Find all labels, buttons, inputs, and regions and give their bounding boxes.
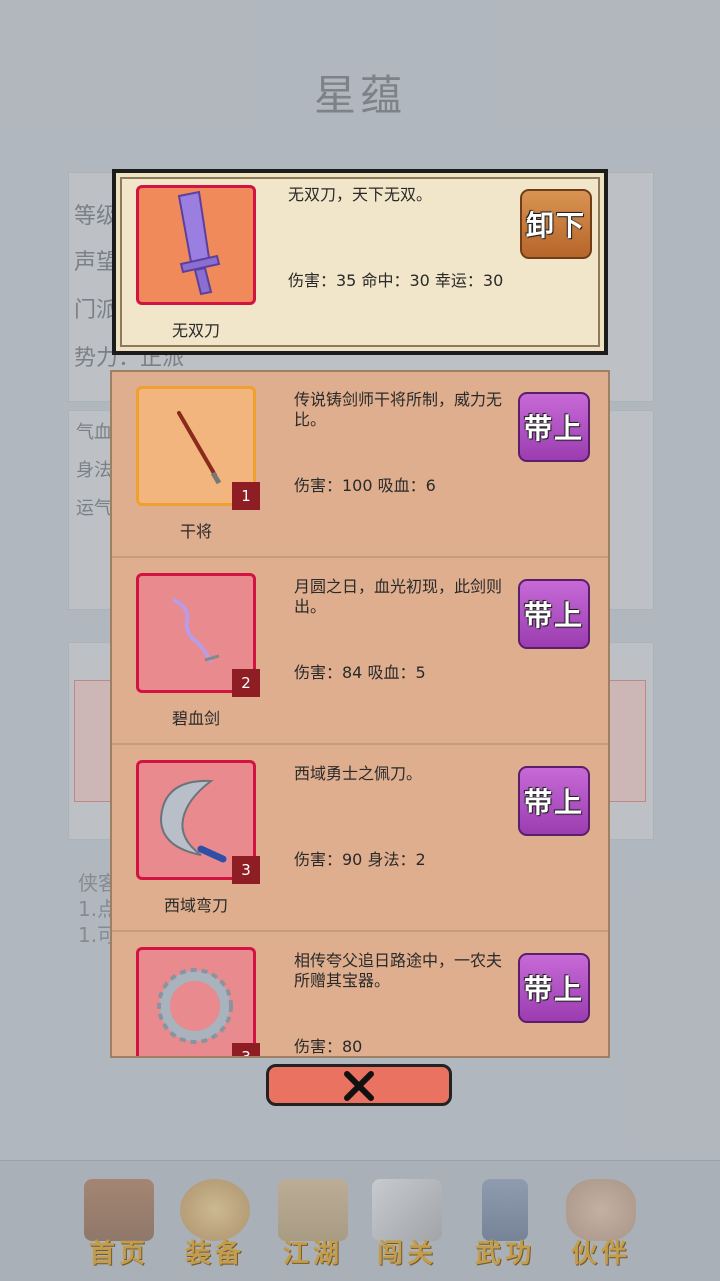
item-badge: 3 (232, 1043, 260, 1056)
item-description: 月圆之日，血光初现，此剑则出。 (294, 577, 503, 616)
map-scroll-icon (278, 1179, 348, 1241)
close-button[interactable] (266, 1064, 452, 1106)
equipped-item-name: 无双刀 (171, 321, 220, 340)
nav-equipment[interactable]: 装备 (170, 1171, 260, 1271)
item-name: 干将 (179, 522, 212, 541)
item-stats: 伤害：90 身法：2 (294, 850, 426, 869)
house-icon (84, 1179, 154, 1241)
book-icon (482, 1179, 528, 1241)
item-badge: 3 (232, 856, 260, 884)
item-stats: 伤害：84 吸血：5 (294, 663, 426, 682)
item-name: 碧血剑 (171, 709, 220, 728)
equipped-item-description: 无双刀，天下无双。 (288, 185, 433, 204)
equip-button[interactable]: 带上 (518, 766, 590, 836)
equip-button[interactable]: 带上 (518, 953, 590, 1023)
equipped-item-icon[interactable] (136, 185, 256, 305)
nav-label: 装备 (184, 1239, 245, 1269)
nav-jianghu[interactable]: 江湖 (268, 1171, 358, 1271)
item-stats: 伤害：100 吸血：6 (294, 476, 436, 495)
nav-home[interactable]: 首页 (74, 1171, 164, 1271)
partners-icon (566, 1179, 636, 1241)
unequip-button[interactable]: 卸下 (520, 189, 592, 259)
nav-label: 江湖 (282, 1239, 343, 1269)
close-icon (344, 1071, 374, 1101)
item-icon-chakram[interactable] (136, 947, 256, 1056)
list-item: 2 碧血剑 月圆之日，血光初现，此剑则出。 伤害：84 吸血：5 带上 (112, 559, 608, 745)
inventory-list[interactable]: 1 干将 传说铸剑师干将所制，威力无比。 伤害：100 吸血：6 带上 2 碧血… (110, 370, 610, 1058)
crossed-swords-icon (372, 1179, 442, 1241)
list-item: 3 相传夸父追日路途中，一农夫所赠其宝器。 伤害：80 带上 (112, 933, 608, 1056)
equipped-item-panel: 无双刀 无双刀，天下无双。 伤害：35 命中：30 幸运：30 卸下 (112, 169, 608, 355)
item-description: 相传夸父追日路途中，一农夫所赠其宝器。 (294, 951, 503, 990)
nav-martial-arts[interactable]: 武功 (460, 1171, 550, 1271)
equipped-item-stats: 伤害：35 命中：30 幸运：30 (288, 271, 504, 290)
nav-challenge[interactable]: 闯关 (362, 1171, 452, 1271)
equip-button[interactable]: 带上 (518, 579, 590, 649)
nav-label: 闯关 (376, 1239, 437, 1269)
item-description: 西域勇士之佩刀。 (294, 764, 423, 783)
item-badge: 2 (232, 669, 260, 697)
nav-label: 首页 (88, 1239, 149, 1269)
nav-label: 武功 (474, 1239, 535, 1269)
item-badge: 1 (232, 482, 260, 510)
list-item: 3 西域弯刀 西域勇士之佩刀。 伤害：90 身法：2 带上 (112, 746, 608, 932)
armor-icon (180, 1179, 250, 1241)
bottom-nav: 首页 装备 江湖 闯关 武功 伙伴 (0, 1160, 720, 1281)
broadsword-icon (177, 190, 221, 296)
item-stats: 伤害：80 (294, 1037, 363, 1056)
item-description: 传说铸剑师干将所制，威力无比。 (294, 390, 503, 429)
item-name: 西域弯刀 (163, 896, 228, 915)
nav-label: 伙伴 (570, 1239, 631, 1269)
nav-partners[interactable]: 伙伴 (556, 1171, 646, 1271)
chakram-icon (157, 968, 233, 1044)
equip-button[interactable]: 带上 (518, 392, 590, 462)
list-item: 1 干将 传说铸剑师干将所制，威力无比。 伤害：100 吸血：6 带上 (112, 372, 608, 558)
